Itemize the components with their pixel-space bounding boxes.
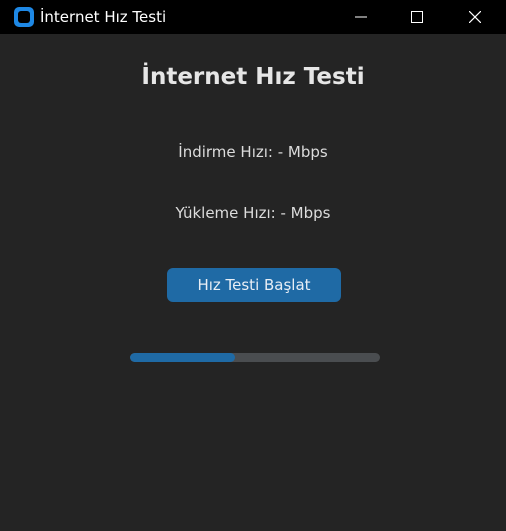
close-button[interactable] — [446, 0, 504, 34]
maximize-button[interactable] — [388, 0, 446, 34]
app-icon — [14, 7, 34, 27]
minimize-button[interactable] — [332, 0, 390, 34]
download-speed-label: İndirme Hızı: - Mbps — [178, 143, 328, 161]
close-icon — [469, 11, 481, 23]
start-test-button[interactable]: Hız Testi Başlat — [167, 268, 341, 302]
minimize-icon — [355, 16, 367, 18]
upload-speed-label: Yükleme Hızı: - Mbps — [175, 204, 331, 222]
progress-bar — [130, 353, 380, 362]
title-bar[interactable]: İnternet Hız Testi — [0, 0, 506, 34]
maximize-icon — [411, 11, 423, 23]
progress-bar-fill — [130, 353, 235, 362]
page-title: İnternet Hız Testi — [141, 64, 365, 90]
window-title: İnternet Hız Testi — [40, 8, 167, 26]
app-window: İnternet Hız Testi İnternet Hız Testi İn… — [0, 0, 506, 531]
